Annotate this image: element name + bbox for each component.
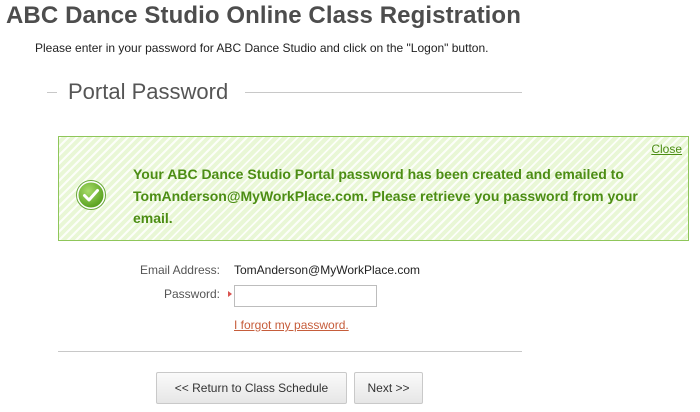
- section-title: Portal Password: [68, 79, 229, 104]
- section-rule-right: [245, 92, 522, 93]
- next-button[interactable]: Next >>: [354, 372, 423, 404]
- page-title: ABC Dance Studio Online Class Registrati…: [6, 2, 521, 29]
- email-value: TomAnderson@MyWorkPlace.com: [234, 263, 421, 277]
- password-label: Password:: [163, 287, 220, 301]
- email-label: Email Address:: [139, 263, 220, 277]
- notice-message: Your ABC Dance Studio Portal password ha…: [133, 166, 638, 226]
- password-input[interactable]: [234, 285, 377, 307]
- checkmark-circle-icon: [76, 180, 106, 210]
- divider: [58, 351, 522, 352]
- section-header: Portal Password: [47, 78, 522, 108]
- success-notice: Your ABC Dance Studio Portal password ha…: [58, 136, 689, 241]
- return-to-class-schedule-button[interactable]: << Return to Class Schedule: [156, 372, 347, 404]
- required-marker-icon: [228, 291, 232, 297]
- instructions-text: Please enter in your password for ABC Da…: [35, 41, 489, 55]
- close-link[interactable]: Close: [651, 142, 682, 156]
- section-rule-left: [47, 92, 57, 93]
- forgot-password-link[interactable]: I forgot my password.: [234, 318, 349, 332]
